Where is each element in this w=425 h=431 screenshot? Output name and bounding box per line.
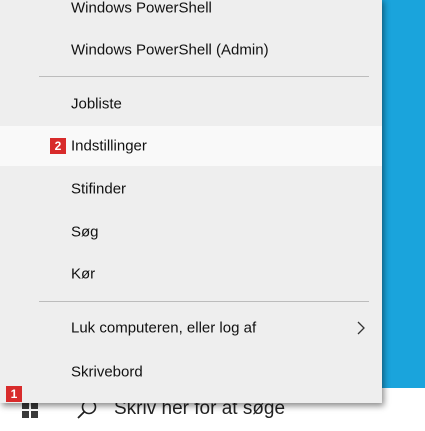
menu-item-label: Kør <box>71 265 96 283</box>
chevron-right-icon <box>357 321 365 335</box>
menu-item-shutdown-or-sign-out[interactable]: Luk computeren, eller log af <box>0 308 382 348</box>
menu-separator <box>39 76 369 77</box>
menu-item-label: Windows PowerShell (Admin) <box>71 41 269 59</box>
menu-item-soeg[interactable]: Søg <box>0 212 382 252</box>
menu-item-label: Windows PowerShell <box>71 0 212 17</box>
menu-item-windows-powershell[interactable]: Windows PowerShell <box>0 0 382 28</box>
menu-separator <box>39 301 369 302</box>
windows-logo-icon <box>22 402 38 418</box>
menu-item-label: Luk computeren, eller log af <box>71 319 257 337</box>
menu-item-stifinder[interactable]: Stifinder <box>0 169 382 209</box>
step-badge-start: 1 <box>6 386 22 402</box>
menu-item-koer[interactable]: Kør <box>0 254 382 294</box>
power-user-menu: Windows PowerShell Windows PowerShell (A… <box>0 0 382 403</box>
menu-item-skrivebord[interactable]: Skrivebord <box>0 352 382 392</box>
menu-item-label: Søg <box>71 223 99 241</box>
menu-item-label: Stifinder <box>71 180 127 198</box>
menu-item-label: Jobliste <box>71 95 122 113</box>
menu-item-windows-powershell-admin[interactable]: Windows PowerShell (Admin) <box>0 30 382 70</box>
menu-item-jobliste[interactable]: Jobliste <box>0 84 382 124</box>
menu-item-label: Skrivebord <box>71 363 143 381</box>
step-badge-settings: 2 <box>50 138 66 154</box>
menu-item-label: Indstillinger <box>71 137 147 155</box>
